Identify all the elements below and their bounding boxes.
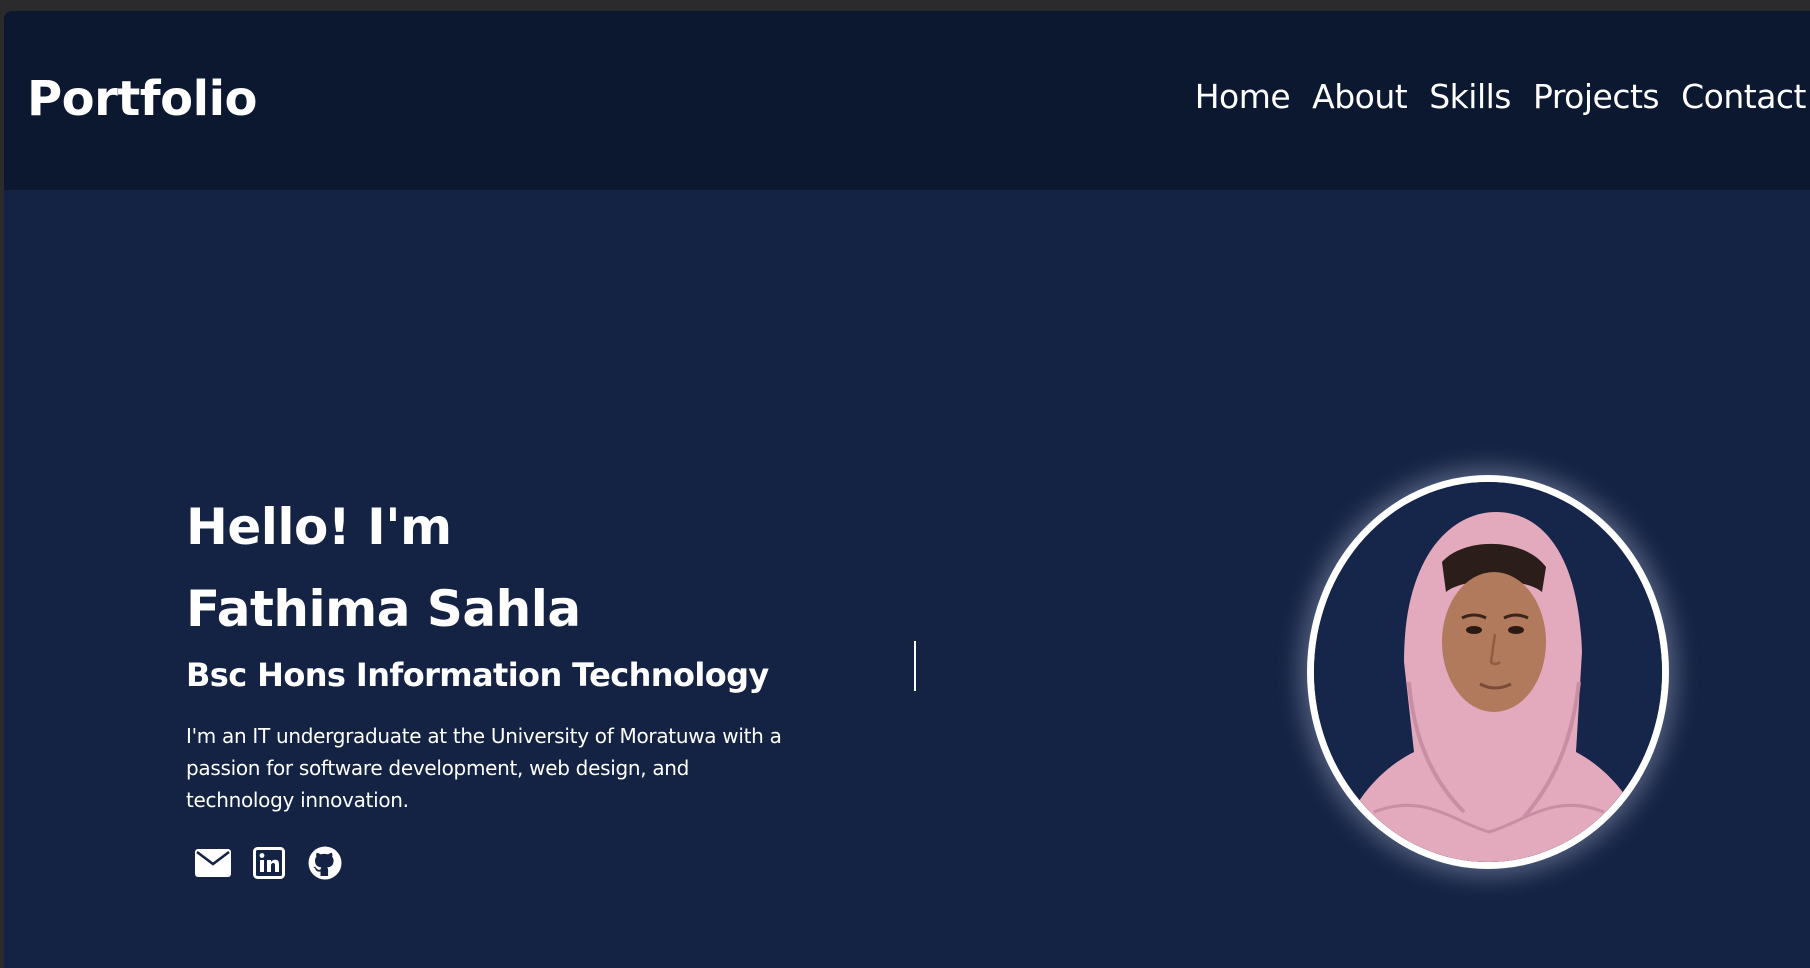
profile-photo bbox=[1307, 475, 1669, 869]
nav-link-skills[interactable]: Skills bbox=[1429, 77, 1511, 116]
hero-role: Bsc Hons Information Technology bbox=[186, 656, 769, 694]
nav-link-projects[interactable]: Projects bbox=[1533, 77, 1660, 116]
nav-item-skills: Skills bbox=[1429, 77, 1511, 116]
github-icon bbox=[308, 846, 342, 880]
typing-cursor bbox=[914, 641, 916, 691]
github-link[interactable] bbox=[306, 844, 344, 882]
email-link[interactable] bbox=[194, 844, 232, 882]
envelope-icon bbox=[195, 849, 231, 877]
browser-viewport: Portfolio Home About Skills Projects Con… bbox=[4, 11, 1810, 968]
nav-item-projects: Projects bbox=[1533, 77, 1660, 116]
hero-name: Fathima Sahla bbox=[186, 580, 581, 638]
linkedin-icon bbox=[253, 847, 285, 879]
navbar: Portfolio Home About Skills Projects Con… bbox=[4, 11, 1810, 190]
social-links bbox=[194, 844, 826, 882]
nav-link-about[interactable]: About bbox=[1312, 77, 1408, 116]
nav-link-contact[interactable]: Contact bbox=[1681, 77, 1806, 116]
nav-item-about: About bbox=[1312, 77, 1408, 116]
hero-section: Hello! I'm Fathima Sahla Bsc Hons Inform… bbox=[186, 486, 826, 882]
hero-greeting: Hello! I'm bbox=[186, 498, 452, 556]
hero-bio: I'm an IT undergraduate at the Universit… bbox=[186, 724, 782, 812]
nav-links: Home About Skills Projects Contact bbox=[1195, 77, 1807, 116]
nav-link-home[interactable]: Home bbox=[1195, 77, 1291, 116]
brand-logo[interactable]: Portfolio bbox=[27, 71, 258, 127]
nav-item-home: Home bbox=[1195, 77, 1291, 116]
profile-photo-image bbox=[1314, 482, 1662, 862]
nav-item-contact: Contact bbox=[1681, 77, 1806, 116]
linkedin-link[interactable] bbox=[250, 844, 288, 882]
